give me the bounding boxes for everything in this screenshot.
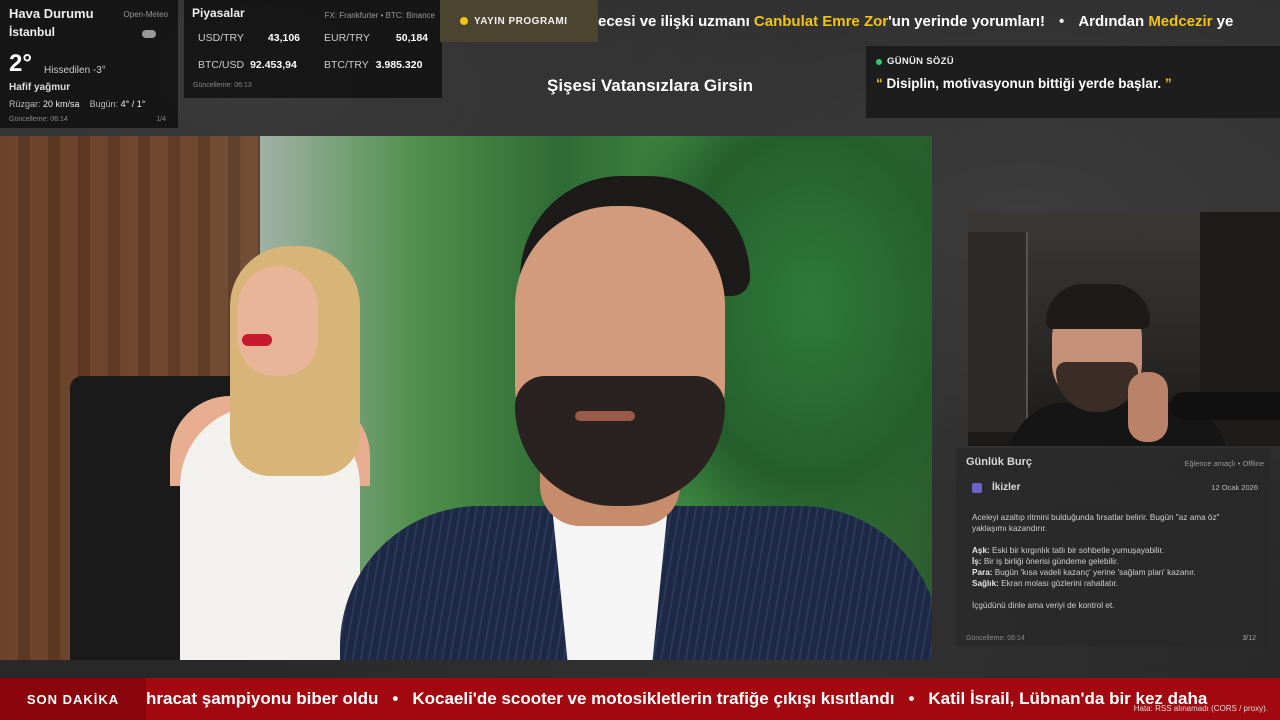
- market-row: USD/TRY 43,106: [198, 32, 300, 44]
- horoscope-details: Aşk: Eski bir kırgınlık tatlı bir sohbet…: [972, 545, 1254, 589]
- ticker-separator: •: [392, 689, 399, 708]
- quote-open-mark: “: [876, 76, 883, 91]
- door: [968, 232, 1028, 432]
- microphone: [1170, 392, 1280, 420]
- live-dot-icon: [460, 17, 468, 25]
- weather-updated: Güncelleme: 06:14: [9, 116, 68, 123]
- quote-of-day-panel: GÜNÜN SÖZÜ “ Disiplin, motivasyonun bitt…: [866, 46, 1280, 118]
- breaking-news-ticker: SON DAKİKA hracat şampiyonu biber oldu • K…: [0, 678, 1280, 720]
- line-key: Para:: [972, 568, 993, 577]
- quote-label: GÜNÜN SÖZÜ: [876, 56, 1270, 67]
- wind-value: 20 km/sa: [43, 99, 80, 109]
- today-value: 4° / 1°: [120, 99, 146, 109]
- horoscope-note: Eğlence amaçlı • Offline: [1184, 459, 1264, 468]
- man-figure: [340, 176, 932, 660]
- ticker-separator: •: [1059, 13, 1065, 30]
- markets-panel: Piyasalar FX: Frankfurter • BTC: Binance…: [184, 0, 442, 98]
- ticker-separator: •: [908, 689, 915, 708]
- weather-source: Open-Meteo: [123, 10, 168, 19]
- lips: [242, 334, 272, 346]
- status-dot-icon: [876, 58, 882, 65]
- quote-text: “ Disiplin, motivasyonun bittiği yerde b…: [876, 76, 1270, 91]
- breaking-item: Kocaeli'de scooter ve motosikletlerin tr…: [412, 689, 895, 708]
- lip: [575, 411, 635, 421]
- markets-updated: Güncelleme: 06:13: [193, 82, 252, 89]
- line-key: İş:: [972, 557, 982, 566]
- main-video-feed: [0, 136, 932, 660]
- ticker-highlight: Medcezir: [1148, 13, 1213, 30]
- horoscope-panel: Günlük Burç Eğlence amaçlı • Offline İki…: [956, 448, 1270, 646]
- market-value: 92.453,94: [250, 59, 297, 71]
- rss-error-message: Hata: RSS alınamadı (CORS / proxy).: [1133, 704, 1268, 713]
- weather-wind: Rüzgar: 20 km/sa Bugün: 4° / 1°: [9, 99, 145, 109]
- line-value: Bir iş birliği önerisi gündeme gelebilir…: [983, 557, 1119, 566]
- line-value: Ekran molası gözlerini rahatlatır.: [1001, 579, 1119, 588]
- horoscope-date: 12 Ocak 2026: [1211, 483, 1258, 492]
- horoscope-outro: İçgüdünü dinle ama veriyi de kontrol et.: [972, 601, 1115, 610]
- line-key: Aşk:: [972, 546, 990, 555]
- horoscope-line: Para: Bugün 'kısa vadeli kazanç' yerine …: [972, 567, 1254, 578]
- quote-close-mark: ”: [1164, 76, 1172, 91]
- ticker-text: ye: [1212, 13, 1234, 30]
- hand: [1128, 372, 1168, 442]
- schedule-button[interactable]: YAYIN PROGRAMI: [440, 0, 598, 42]
- schedule-button-label: YAYIN PROGRAMI: [474, 15, 568, 27]
- breaking-item: hracat şampiyonu biber oldu: [146, 689, 379, 708]
- ticker-text: 'un yerinde yorumları!: [888, 13, 1046, 30]
- cloud-rain-icon: [142, 30, 156, 38]
- ticker-text: Ardından: [1078, 13, 1149, 30]
- horoscope-page-indicator: 3/12: [1242, 635, 1256, 642]
- line-value: Bugün 'kısa vadeli kazanç' yerine 'sağla…: [994, 568, 1196, 577]
- weather-feels-like: Hissedilen -3°: [44, 65, 106, 76]
- webcam-feed: [968, 212, 1280, 446]
- breaking-items: hracat şampiyonu biber oldu • Kocaeli'de s…: [146, 689, 1207, 709]
- quote-label-text: GÜNÜN SÖZÜ: [887, 56, 954, 67]
- quote-body: Disiplin, motivasyonun bittiği yerde baş…: [886, 76, 1162, 91]
- weather-temperature: 2°: [9, 50, 32, 77]
- horoscope-intro: Aceleyi azaltıp ritmini bulduğunda fırsa…: [972, 513, 1220, 533]
- market-value: 50,184: [395, 32, 429, 44]
- markets-source: FX: Frankfurter • BTC: Binance: [324, 11, 435, 20]
- sign-name: İkizler: [992, 482, 1021, 493]
- hair: [1046, 284, 1150, 329]
- today-label: Bugün:: [89, 99, 119, 109]
- market-value: 3.985.320: [375, 59, 423, 71]
- horoscope-line: Aşk: Eski bir kırgınlık tatlı bir sohbet…: [972, 545, 1254, 556]
- horoscope-sign: İkizler: [972, 482, 1020, 493]
- market-row: EUR/TRY 50,184: [324, 32, 428, 44]
- market-pair: USD/TRY: [198, 32, 244, 44]
- line-key: Sağlık:: [972, 579, 999, 588]
- market-row: BTC/TRY 3.985.320: [324, 59, 422, 71]
- market-pair: BTC/USD: [198, 59, 245, 71]
- horoscope-updated: Güncelleme: 06:14: [966, 635, 1025, 642]
- weather-condition: Hafif yağmur: [9, 82, 71, 93]
- market-pair: EUR/TRY: [324, 32, 370, 44]
- horoscope-line: Sağlık: Ekran molası gözlerini rahatlatı…: [972, 578, 1254, 589]
- wind-label: Rüzgar:: [9, 99, 41, 109]
- market-row: BTC/USD 92.453,94: [198, 59, 297, 71]
- program-title: Şişesi Vatansızlara Girsin: [546, 76, 753, 95]
- horoscope-body: Aceleyi azaltıp ritmini bulduğunda fırsa…: [972, 512, 1254, 622]
- line-value: Eski bir kırgınlık tatlı bir sohbetle yu…: [992, 546, 1165, 555]
- horoscope-line: İş: Bir iş birliği önerisi gündeme geleb…: [972, 556, 1254, 567]
- face: [238, 266, 318, 376]
- ticker-highlight: Canbulat Emre Zor: [753, 13, 889, 30]
- market-value: 43,106: [267, 32, 301, 44]
- top-ticker: ecesi ve ilişki uzmanı Canbulat Emre Zor…: [598, 0, 1280, 44]
- weather-panel: Hava Durumu Open-Meteo İstanbul 2° Hisse…: [0, 0, 178, 128]
- market-pair: BTC/TRY: [324, 59, 369, 71]
- gemini-icon: [972, 482, 982, 493]
- ticker-text: ecesi ve ilişki uzmanı: [598, 13, 754, 30]
- weather-page-indicator: 1/4: [156, 116, 166, 123]
- breaking-label: SON DAKİKA: [0, 678, 146, 720]
